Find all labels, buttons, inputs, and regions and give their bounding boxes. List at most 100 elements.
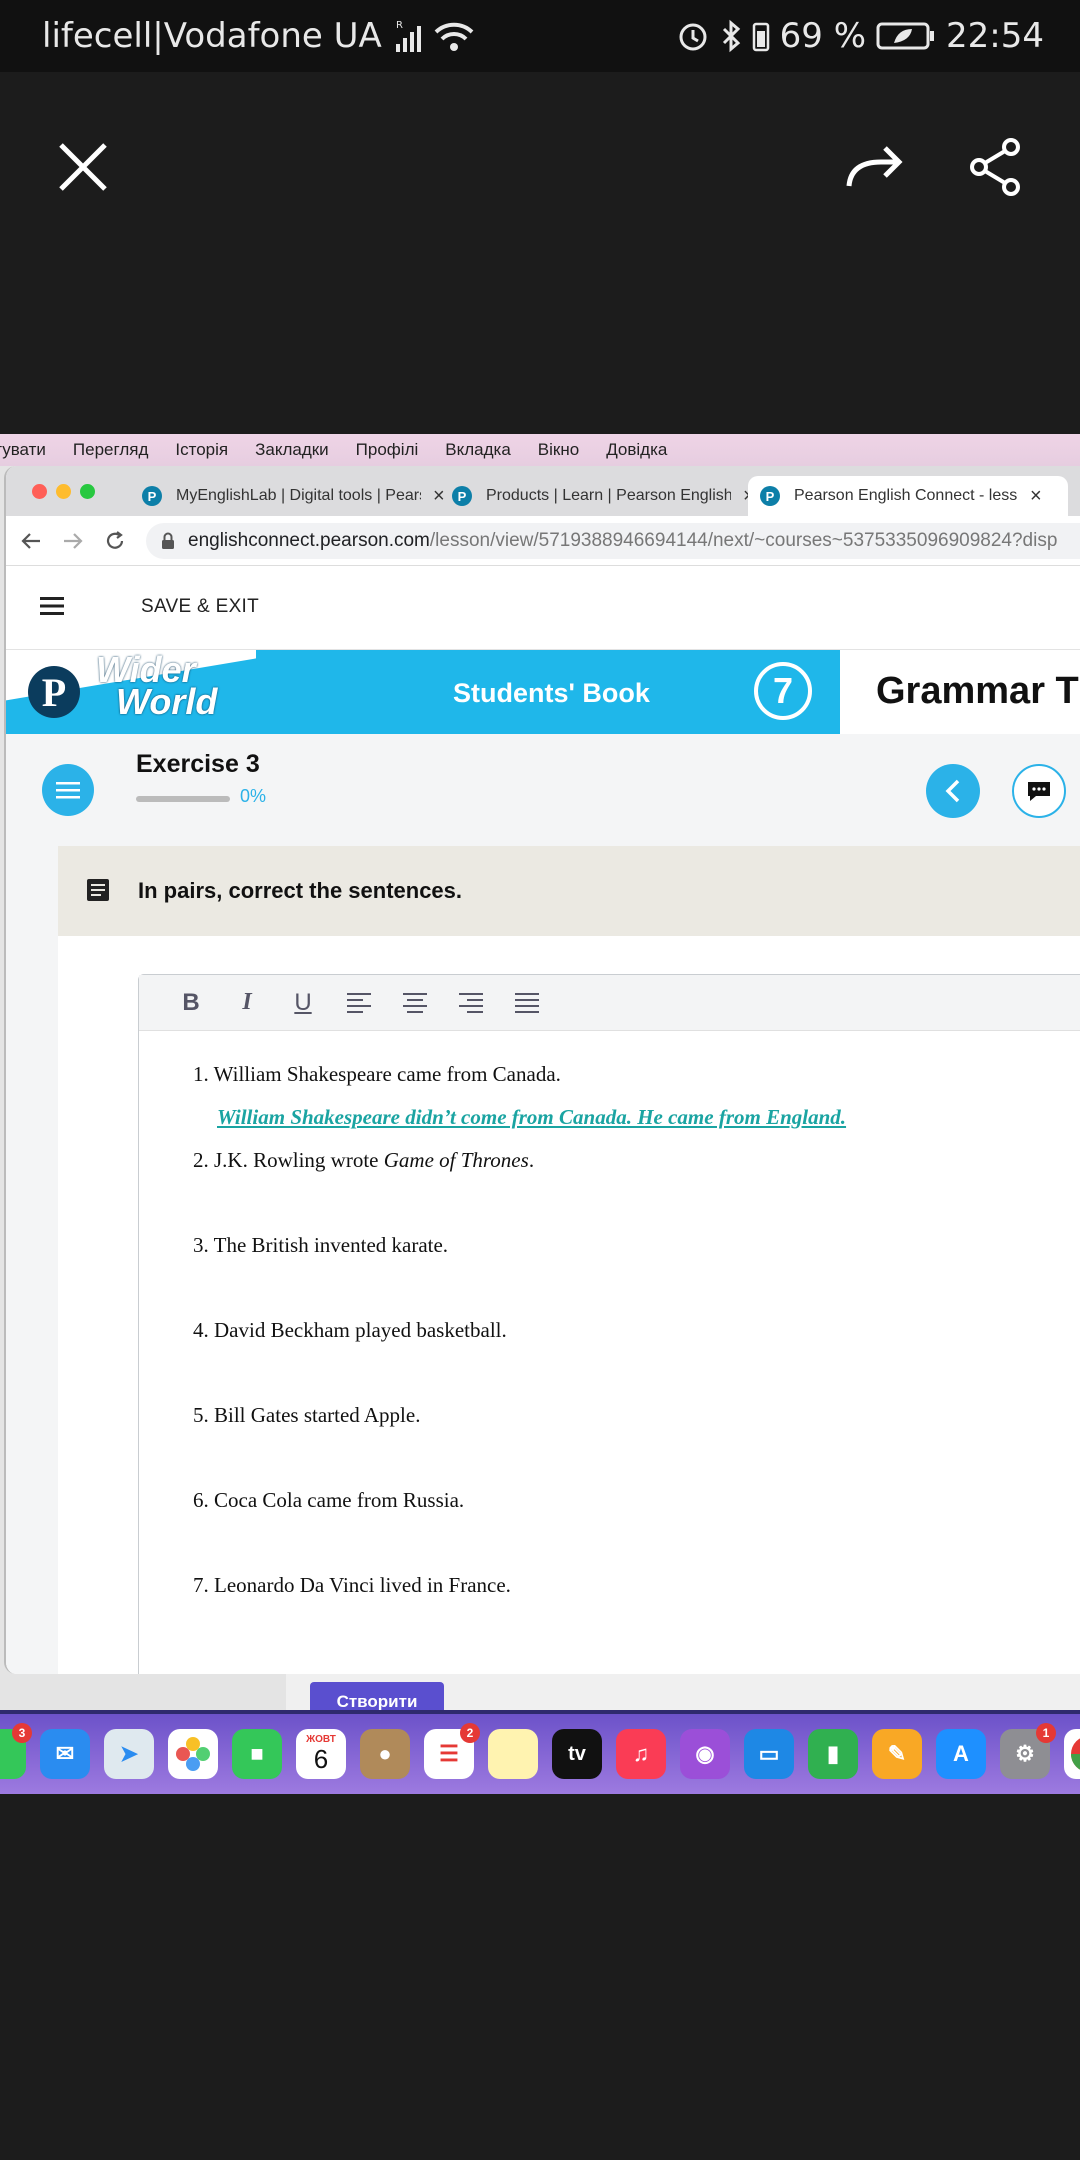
app-store-icon[interactable]: A (936, 1729, 986, 1779)
underline-button[interactable]: U (275, 983, 331, 1023)
battery-percent: 69 % (779, 16, 867, 56)
pages-app-icon[interactable]: ✎ (872, 1729, 922, 1779)
tab-products[interactable]: P Products | Learn | Pearson English × (440, 476, 755, 516)
contacts-app-icon[interactable]: ● (360, 1729, 410, 1779)
sentence-text: William Shakespeare came from Canada. (213, 1062, 561, 1086)
apple-tv-app-icon[interactable]: tv (552, 1729, 602, 1779)
rich-text-editor[interactable]: B I U 1. William Shakespeare came from C… (138, 974, 1080, 1674)
align-right-icon (459, 992, 483, 1013)
alarm-icon (679, 23, 707, 51)
viewer-toolbar (0, 72, 1080, 432)
level-badge: 7 (754, 662, 812, 720)
document-icon (87, 879, 109, 901)
sentence-number: 6. (193, 1488, 209, 1512)
photos-app-icon[interactable] (168, 1729, 218, 1779)
sentence-item: 5. Bill Gates started Apple. (193, 1404, 846, 1447)
tab-close-icon[interactable]: × (1030, 485, 1042, 508)
wider-world-logo: Wider World (96, 652, 217, 720)
sentence-text: J.K. Rowling wrote (214, 1148, 384, 1172)
system-settings-icon[interactable]: ⚙ 1 (1000, 1723, 1056, 1779)
forward-arrow-icon (846, 146, 903, 187)
answer-blank[interactable] (193, 1277, 846, 1319)
menu-item[interactable]: Профілі (356, 440, 419, 460)
reminders-app-icon[interactable]: ☰ 2 (424, 1723, 480, 1779)
url-field[interactable]: englishconnect.pearson.com/lesson/view/5… (146, 523, 1080, 559)
justify-button[interactable] (499, 983, 555, 1023)
maps-app-icon[interactable]: ➤ (104, 1729, 154, 1779)
answer-blank[interactable] (193, 1192, 846, 1234)
sentence-text: Coca Cola came from Russia. (214, 1488, 465, 1512)
save-exit-button[interactable]: SAVE & EXIT (141, 596, 259, 618)
instruction-text: In pairs, correct the sentences. (138, 878, 463, 903)
chrome-app-icon[interactable] (1064, 1729, 1080, 1779)
editor-toolbar: B I U (139, 975, 1080, 1031)
sentence-text: Leonardo Da Vinci lived in France. (214, 1573, 511, 1597)
exercise-menu-button[interactable] (42, 764, 94, 816)
align-left-button[interactable] (331, 983, 387, 1023)
forward-arrow-icon[interactable] (62, 530, 84, 552)
chat-bubble-icon (1028, 782, 1050, 801)
student-answer[interactable]: William Shakespeare didn’t come from Can… (193, 1106, 846, 1149)
menu-item[interactable]: гувати (0, 440, 46, 460)
menu-item[interactable]: Довідка (606, 440, 667, 460)
answer-blank[interactable] (193, 1532, 846, 1574)
mail-app-icon[interactable]: ✉ (40, 1729, 90, 1779)
photos-flower-icon (176, 1737, 210, 1771)
keynote-app-icon[interactable]: ▭ (744, 1729, 794, 1779)
menu-item[interactable]: Закладки (255, 440, 329, 460)
justify-icon (515, 992, 539, 1013)
previous-button[interactable] (926, 764, 980, 818)
sentence-number: 2. (193, 1148, 209, 1172)
back-arrow-icon[interactable] (20, 530, 42, 552)
italic-button[interactable]: I (219, 983, 275, 1023)
align-center-button[interactable] (387, 983, 443, 1023)
sentence-item: 6. Coca Cola came from Russia. (193, 1489, 846, 1532)
sentence-item: 1. William Shakespeare came from Canada. (193, 1063, 846, 1106)
facetime-app-icon[interactable]: ■ (232, 1729, 282, 1779)
browser-window: P MyEnglishLab | Digital tools | Pearson… (4, 466, 1080, 1674)
comments-button[interactable] (1012, 764, 1066, 818)
chrome-logo-icon (1070, 1738, 1080, 1770)
music-app-icon[interactable]: ♫ (616, 1729, 666, 1779)
answer-blank[interactable] (193, 1362, 846, 1404)
menu-item[interactable]: Вікно (538, 440, 579, 460)
menu-item[interactable]: Вкладка (445, 440, 511, 460)
pearson-favicon-icon: P (142, 486, 162, 506)
minimize-window-button[interactable] (56, 484, 71, 499)
menu-item[interactable]: Історія (175, 440, 228, 460)
notes-app-icon[interactable] (488, 1729, 538, 1779)
chevron-left-icon (945, 779, 960, 803)
sentence-text-end: . (528, 1148, 535, 1172)
pearson-favicon-icon: P (760, 486, 780, 506)
zoom-window-button[interactable] (80, 484, 95, 499)
reload-icon[interactable] (104, 530, 126, 552)
settings-badge: 1 (1036, 1723, 1056, 1743)
screenshot-photo: гувати Перегляд Історія Закладки Профілі… (0, 434, 1080, 1794)
menu-item[interactable]: Перегляд (73, 440, 148, 460)
progress-percent: 0% (240, 786, 267, 806)
bold-button[interactable]: B (163, 983, 219, 1023)
close-button[interactable] (48, 132, 118, 202)
forward-button[interactable] (840, 132, 910, 202)
hamburger-menu-icon[interactable] (40, 596, 64, 616)
numbers-app-icon[interactable]: ▮ (808, 1729, 858, 1779)
messages-app-icon[interactable]: 3 (0, 1723, 32, 1779)
podcasts-app-icon[interactable]: ◉ (680, 1729, 730, 1779)
tab-title: Products | Learn | Pearson English (486, 487, 731, 504)
url-path: /lesson/view/5719388946694144/next/~cour… (429, 530, 1058, 551)
align-right-button[interactable] (443, 983, 499, 1023)
calendar-app-icon[interactable]: ЖОВТ 6 (296, 1729, 346, 1779)
app-header: SAVE & EXIT (6, 566, 1080, 650)
sentence-item: 7. Leonardo Da Vinci lived in France. (193, 1574, 846, 1617)
sentence-number: 5. (193, 1403, 209, 1427)
tab-english-connect[interactable]: P Pearson English Connect - lesson × (748, 476, 1068, 516)
signal-wifi-icon: R (396, 20, 474, 52)
exercise-header: Exercise 3 0% (6, 734, 1080, 834)
sentence-text: Bill Gates started Apple. (214, 1403, 421, 1427)
mac-menubar: гувати Перегляд Історія Закладки Профілі… (0, 434, 1080, 466)
close-window-button[interactable] (32, 484, 47, 499)
answer-blank[interactable] (193, 1447, 846, 1489)
share-button[interactable] (960, 132, 1030, 202)
svg-text:R: R (396, 20, 403, 31)
tab-myenglishlab[interactable]: P MyEnglishLab | Digital tools | Pearson… (130, 476, 445, 516)
